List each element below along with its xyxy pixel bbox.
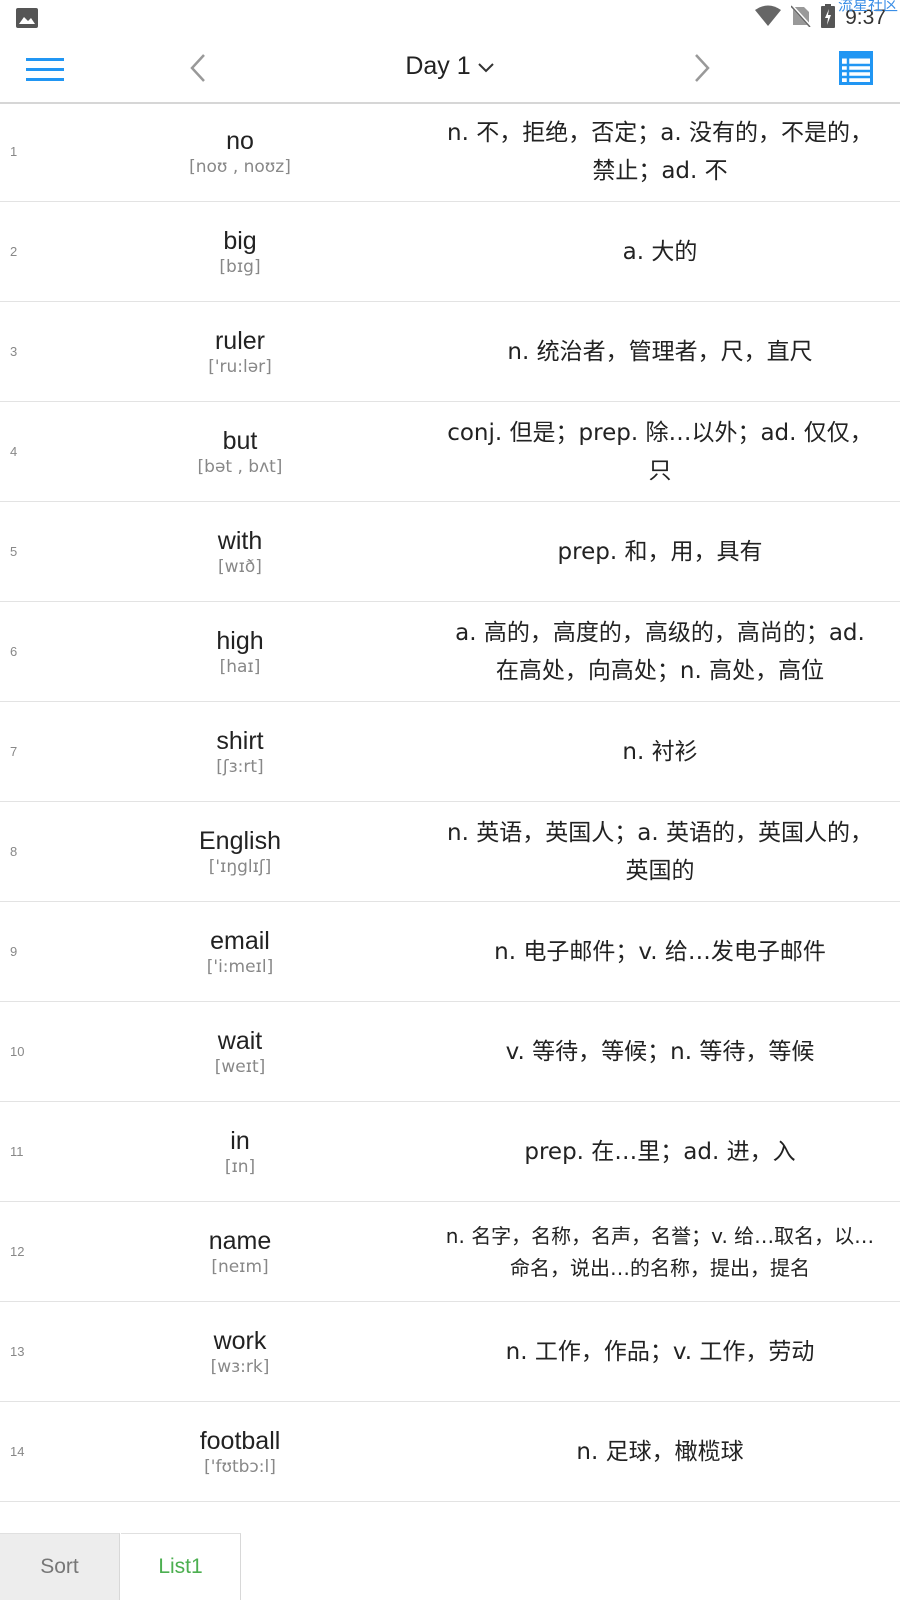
definition-text: n. 足球，橄榄球 [576, 1438, 744, 1465]
row-index: 6 [10, 644, 18, 659]
word-row[interactable]: 1 no [noʊ , noʊz] n. 不，拒绝，否定；a. 没有的，不是的，禁… [0, 102, 900, 202]
row-index: 11 [10, 1144, 24, 1159]
wifi-icon [755, 5, 782, 31]
list-view-icon[interactable] [839, 51, 873, 85]
day-selector[interactable]: Day 1 [360, 52, 540, 81]
phonetic-text: [bət , bʌt] [197, 456, 283, 477]
word-list[interactable]: 1 no [noʊ , noʊz] n. 不，拒绝，否定；a. 没有的，不是的，禁… [0, 102, 900, 1502]
definition-text: n. 英语，英国人；a. 英语的，英国人的，英国的 [447, 819, 873, 884]
definition-text: prep. 在…里；ad. 进，入 [524, 1138, 796, 1165]
word-text: email [210, 926, 270, 955]
app-header: Day 1 [0, 36, 900, 104]
no-sim-icon [790, 3, 813, 31]
word-row[interactable]: 12 name [neɪm] n. 名字，名称，名声，名誉；v. 给…取名，以…命… [0, 1202, 900, 1302]
tab-sort[interactable]: Sort [0, 1533, 120, 1600]
definition-text: a. 高的，高度的，高级的，高尚的；ad. 在高处，向高处；n. 高处，高位 [455, 619, 865, 684]
phonetic-text: [weɪt] [214, 1056, 266, 1077]
word-row[interactable]: 10 wait [weɪt] v. 等待，等候；n. 等待，等候 [0, 1002, 900, 1102]
word-row[interactable]: 3 ruler ['ru:lər] n. 统治者，管理者，尺，直尺 [0, 302, 900, 402]
phonetic-text: ['i:meɪl] [206, 956, 274, 977]
bottom-tabs: Sort List1 [0, 1533, 900, 1600]
definition-text: n. 不，拒绝，否定；a. 没有的，不是的，禁止；ad. 不 [447, 119, 873, 184]
row-index: 1 [10, 144, 18, 159]
word-row[interactable]: 6 high [haɪ] a. 高的，高度的，高级的，高尚的；ad. 在高处，向高… [0, 602, 900, 702]
row-index: 10 [10, 1044, 25, 1059]
word-text: but [222, 426, 258, 455]
phonetic-text: [haɪ] [219, 656, 261, 677]
word-row[interactable]: 5 with [wɪð] prep. 和，用，具有 [0, 502, 900, 602]
row-index: 9 [10, 944, 18, 959]
row-index: 13 [10, 1344, 25, 1359]
word-text: big [223, 226, 257, 255]
word-text: in [230, 1126, 250, 1155]
image-icon [16, 8, 38, 28]
word-row[interactable]: 4 but [bət , bʌt] conj. 但是；prep. 除…以外；ad.… [0, 402, 900, 502]
status-bar: 9:37 流星社区 [0, 0, 900, 36]
battery-charging-icon [821, 4, 836, 32]
phonetic-text: ['ru:lər] [208, 356, 272, 377]
word-text: football [199, 1426, 281, 1455]
row-index: 12 [10, 1244, 25, 1259]
page-title: Day 1 [405, 52, 471, 80]
chevron-right-icon[interactable] [686, 50, 714, 86]
menu-icon[interactable] [26, 56, 64, 84]
phonetic-text: [wɪð] [218, 556, 262, 577]
chevron-left-icon[interactable] [186, 50, 214, 86]
definition-text: n. 工作，作品；v. 工作，劳动 [505, 1338, 815, 1365]
phonetic-text: [bɪg] [219, 256, 261, 277]
row-index: 2 [10, 244, 18, 259]
phonetic-text: [wɜ:rk] [210, 1356, 270, 1377]
word-text: wait [217, 1026, 263, 1055]
definition-text: n. 电子邮件；v. 给…发电子邮件 [494, 938, 826, 965]
word-row[interactable]: 2 big [bɪg] a. 大的 [0, 202, 900, 302]
word-text: English [199, 826, 281, 855]
row-index: 8 [10, 844, 18, 859]
word-text: ruler [214, 326, 265, 355]
phonetic-text: ['ɪŋglɪʃ] [208, 856, 272, 877]
word-text: work [213, 1326, 267, 1355]
phonetic-text: [neɪm] [211, 1256, 269, 1277]
word-row[interactable]: 11 in [ɪn] prep. 在…里；ad. 进，入 [0, 1102, 900, 1202]
word-text: no [226, 126, 254, 155]
word-text: shirt [216, 726, 264, 755]
row-index: 7 [10, 744, 18, 759]
word-row[interactable]: 8 English ['ɪŋglɪʃ] n. 英语，英国人；a. 英语的，英国人的… [0, 802, 900, 902]
chevron-down-icon [477, 52, 495, 81]
word-row[interactable]: 13 work [wɜ:rk] n. 工作，作品；v. 工作，劳动 [0, 1302, 900, 1402]
definition-text: n. 衬衫 [622, 738, 698, 765]
row-index: 4 [10, 444, 18, 459]
phonetic-text: [ʃɜ:rt] [216, 756, 264, 777]
definition-text: v. 等待，等候；n. 等待，等候 [505, 1038, 815, 1065]
word-text: high [216, 626, 264, 655]
phonetic-text: ['fʊtbɔ:l] [204, 1456, 276, 1477]
word-text: name [208, 1226, 272, 1255]
word-row[interactable]: 7 shirt [ʃɜ:rt] n. 衬衫 [0, 702, 900, 802]
word-text: with [217, 526, 263, 555]
definition-text: n. 名字，名称，名声，名誉；v. 给…取名，以…命名，说出…的名称，提出，提名 [445, 1223, 875, 1280]
definition-text: prep. 和，用，具有 [557, 538, 763, 565]
phonetic-text: [ɪn] [224, 1156, 256, 1177]
tab-list1[interactable]: List1 [121, 1533, 241, 1600]
word-row[interactable]: 14 football ['fʊtbɔ:l] n. 足球，橄榄球 [0, 1402, 900, 1502]
definition-text: a. 大的 [622, 238, 698, 265]
row-index: 5 [10, 544, 18, 559]
row-index: 3 [10, 344, 18, 359]
definition-text: conj. 但是；prep. 除…以外；ad. 仅仅，只 [447, 419, 873, 484]
phonetic-text: [noʊ , noʊz] [189, 156, 291, 177]
word-row[interactable]: 9 email ['i:meɪl] n. 电子邮件；v. 给…发电子邮件 [0, 902, 900, 1002]
row-index: 14 [10, 1444, 25, 1459]
definition-text: n. 统治者，管理者，尺，直尺 [507, 338, 813, 365]
watermark: 流星社区 [837, 0, 898, 14]
